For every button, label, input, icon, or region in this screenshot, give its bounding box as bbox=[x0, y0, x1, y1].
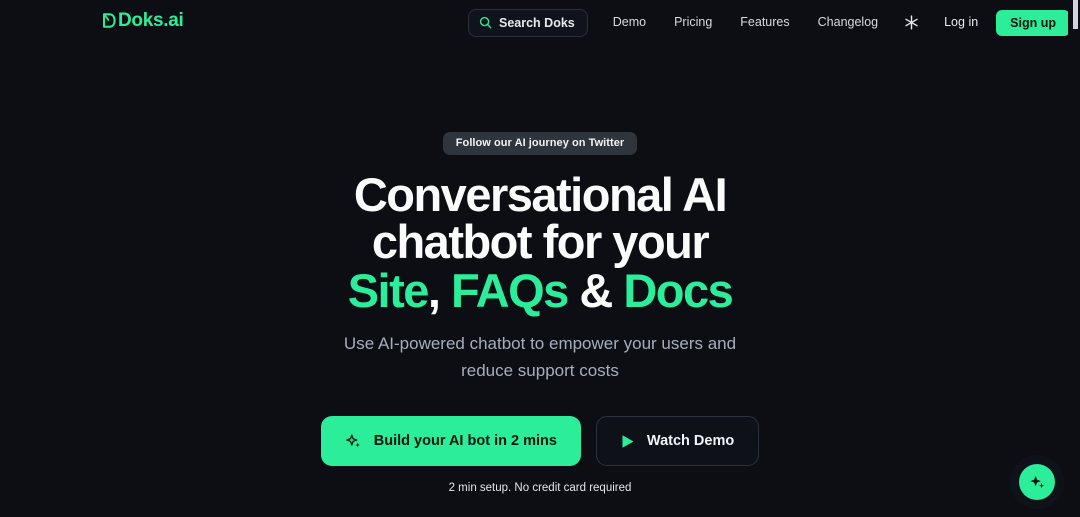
search-icon bbox=[479, 16, 492, 29]
build-bot-label: Build your AI bot in 2 mins bbox=[373, 433, 557, 449]
nav-link-demo[interactable]: Demo bbox=[599, 0, 660, 45]
play-icon bbox=[621, 434, 635, 449]
chat-widget bbox=[1008, 453, 1066, 511]
headline-word-docs: Docs bbox=[623, 264, 733, 317]
login-link[interactable]: Log in bbox=[930, 0, 992, 45]
headline-word-faqs: FAQs bbox=[451, 264, 569, 317]
logo-text: Doks.ai bbox=[118, 10, 184, 31]
scrollbar-thumb[interactable] bbox=[1073, 0, 1078, 29]
page-scrollbar[interactable] bbox=[1068, 0, 1080, 517]
nav-link-pricing[interactable]: Pricing bbox=[660, 0, 726, 45]
theme-toggle-button[interactable] bbox=[898, 10, 924, 36]
twitter-announcement-badge[interactable]: Follow our AI journey on Twitter bbox=[442, 132, 638, 155]
doks-d-mark-icon bbox=[102, 12, 117, 29]
headline-word-site: Site bbox=[347, 264, 430, 317]
search-label: Search Doks bbox=[499, 15, 575, 30]
cta-row: Build your AI bot in 2 mins Watch Demo bbox=[320, 416, 760, 466]
hero-section: Follow our AI journey on Twitter Convers… bbox=[0, 45, 1080, 494]
logo[interactable]: Doks.ai bbox=[102, 11, 184, 30]
headline-comma: , bbox=[427, 264, 441, 317]
search-input[interactable]: Search Doks bbox=[468, 8, 588, 37]
headline-line-2: chatbot for your bbox=[371, 215, 710, 268]
cta-footnote: 2 min setup. No credit card required bbox=[448, 482, 632, 494]
headline-line-3: Site, FAQs & Docs bbox=[347, 264, 734, 317]
sparkle-icon bbox=[1029, 474, 1046, 491]
watch-demo-label: Watch Demo bbox=[646, 433, 735, 449]
watch-demo-button[interactable]: Watch Demo bbox=[595, 416, 760, 466]
signup-button[interactable]: Sign up bbox=[996, 9, 1070, 36]
headline-ampersand: & bbox=[579, 264, 613, 317]
sun-icon bbox=[904, 15, 919, 30]
main-nav: Search Doks Demo Pricing Features Change… bbox=[468, 0, 1070, 45]
headline-line-1: Conversational AI bbox=[353, 168, 728, 221]
build-bot-button[interactable]: Build your AI bot in 2 mins bbox=[320, 416, 581, 466]
chat-widget-button[interactable] bbox=[1019, 464, 1055, 500]
site-header: Doks.ai Search Doks Demo Pricing Feature… bbox=[0, 0, 1080, 45]
nav-link-features[interactable]: Features bbox=[726, 0, 803, 45]
page-title: Conversational AI chatbot for your Site,… bbox=[347, 168, 734, 317]
hero-subtitle: Use AI-powered chatbot to empower your u… bbox=[343, 334, 737, 380]
sparkle-icon bbox=[345, 433, 362, 450]
nav-link-changelog[interactable]: Changelog bbox=[804, 0, 892, 45]
